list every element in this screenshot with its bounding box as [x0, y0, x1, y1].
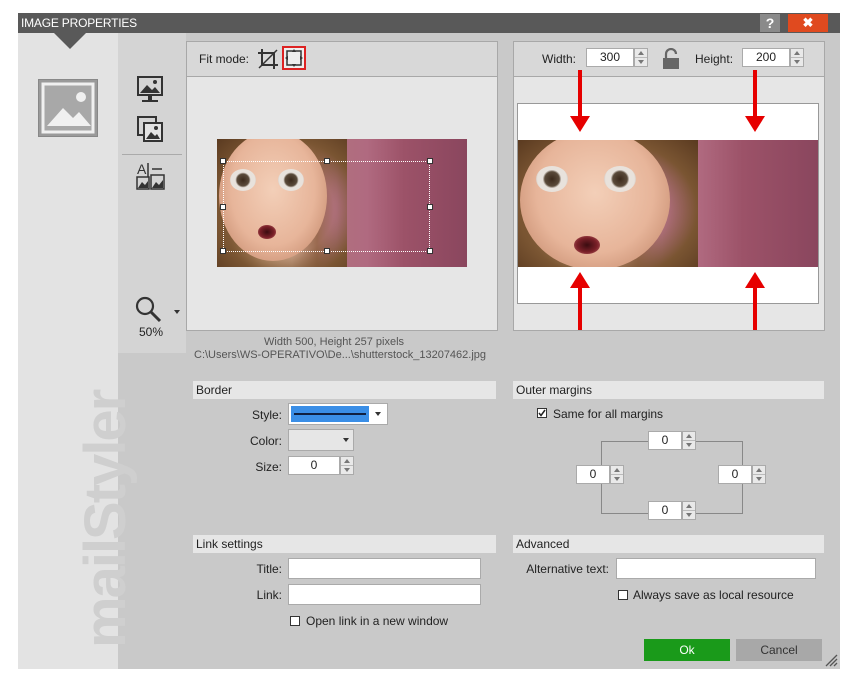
alt-text-label: Alternative text: [526, 562, 609, 576]
link-title-label: Title: [256, 562, 282, 576]
margins-header: Outer margins [513, 381, 824, 399]
link-url-input[interactable] [288, 584, 481, 605]
margin-right-input[interactable]: 0 [718, 465, 752, 484]
image-text-icon[interactable]: A [136, 161, 166, 191]
image-path: C:\Users\WS-OPERATIVO\De...\shutterstock… [194, 349, 487, 361]
fit-frame-icon[interactable] [282, 46, 306, 70]
margin-bottom-spinner[interactable] [682, 501, 696, 520]
new-window-checkbox[interactable] [290, 616, 300, 626]
same-margins-checkbox[interactable] [537, 408, 547, 418]
advanced-header: Advanced [513, 535, 824, 553]
border-style-select[interactable] [288, 403, 388, 425]
local-resource-checkbox[interactable] [618, 590, 628, 600]
chevron-down-icon[interactable] [375, 412, 381, 416]
crop-selection[interactable] [220, 158, 433, 254]
ok-button[interactable]: Ok [644, 639, 730, 661]
local-resource-label: Always save as local resource [633, 588, 794, 602]
margin-top-input[interactable]: 0 [648, 431, 682, 450]
border-size-label: Size: [255, 460, 282, 474]
zoom-icon[interactable] [134, 295, 164, 325]
alt-text-input[interactable] [616, 558, 816, 579]
border-style-swatch [291, 406, 369, 422]
link-url-label: Link: [256, 588, 282, 602]
border-size-spinner[interactable] [340, 456, 354, 475]
help-button[interactable]: ? [760, 14, 780, 32]
margin-left-input[interactable]: 0 [576, 465, 610, 484]
margin-top-spinner[interactable] [682, 431, 696, 450]
crop-handle[interactable] [324, 248, 330, 254]
crop-handle[interactable] [220, 204, 226, 210]
crop-handle[interactable] [220, 158, 226, 164]
crop-handle[interactable] [220, 248, 226, 254]
image-info: Width 500, Height 257 pixels [264, 336, 405, 348]
zoom-dropdown-arrow[interactable] [174, 310, 180, 314]
border-color-label: Color: [249, 434, 282, 448]
link-title-input[interactable] [288, 558, 481, 579]
svg-text:A: A [137, 161, 147, 177]
image-category-icon[interactable] [38, 79, 98, 137]
image-properties-dialog: IMAGE PROPERTIES ? ✖ mailStyler A 50% Fi… [18, 13, 840, 669]
image-replace-icon[interactable] [136, 115, 164, 145]
fit-mode-label: Fit mode: [199, 52, 250, 66]
crop-handle[interactable] [427, 204, 433, 210]
padding-arrows [570, 70, 765, 330]
dialog-title: IMAGE PROPERTIES [21, 16, 137, 30]
chevron-down-icon[interactable] [343, 438, 349, 442]
resize-grip-icon[interactable] [822, 651, 838, 667]
preview-panel: Fit mode: [186, 41, 498, 331]
image-monitor-icon[interactable] [136, 75, 164, 105]
title-notch [54, 33, 86, 49]
margin-bottom-input[interactable]: 0 [648, 501, 682, 520]
border-header: Border [193, 381, 496, 399]
same-margins-label: Same for all margins [553, 407, 664, 421]
margin-left-spinner[interactable] [610, 465, 624, 484]
border-color-select[interactable] [288, 429, 354, 451]
close-button[interactable]: ✖ [788, 14, 828, 32]
tool-column: A 50% [118, 33, 186, 353]
crop-handle[interactable] [324, 158, 330, 164]
preview-header: Fit mode: [187, 42, 497, 77]
left-sidebar: mailStyler [18, 33, 138, 669]
zoom-level: 50% [139, 325, 164, 339]
border-size-input[interactable]: 0 [288, 456, 340, 475]
title-bar: IMAGE PROPERTIES ? ✖ [18, 13, 840, 33]
result-panel: Width: 300 Height: 200 [513, 41, 825, 331]
margin-right-spinner[interactable] [752, 465, 766, 484]
crop-handle[interactable] [427, 248, 433, 254]
link-header: Link settings [193, 535, 496, 553]
crop-icon[interactable] [257, 48, 279, 70]
new-window-label: Open link in a new window [306, 614, 449, 628]
cancel-button[interactable]: Cancel [736, 639, 822, 661]
crop-handle[interactable] [427, 158, 433, 164]
border-style-label: Style: [251, 408, 282, 422]
toolbar-divider [122, 154, 182, 155]
brand-watermark: mailStyler [73, 390, 138, 648]
